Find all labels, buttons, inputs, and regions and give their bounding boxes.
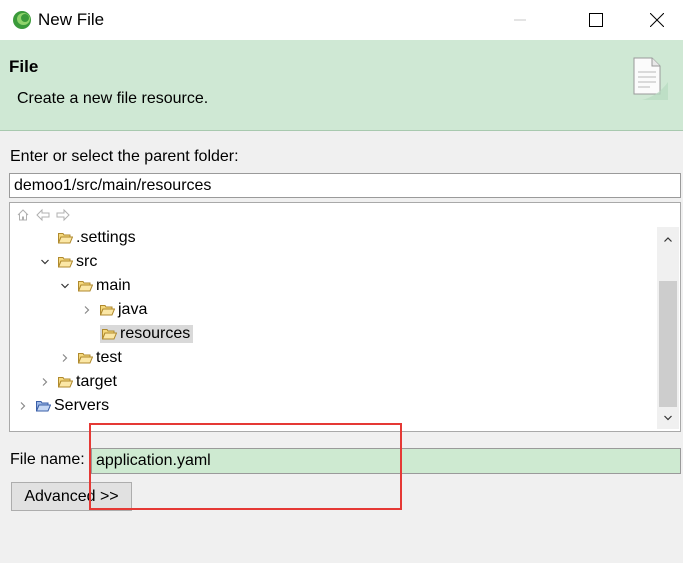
tree-item-settings[interactable]: .settings	[38, 227, 136, 249]
window-title: New File	[38, 10, 105, 29]
chevron-right-icon[interactable]	[38, 375, 52, 389]
tree-item-resources[interactable]: resources	[80, 323, 194, 345]
folder-tree[interactable]: .settings src main java resources test t…	[9, 202, 681, 432]
tree-item-label: target	[76, 373, 117, 390]
server-folder-icon	[36, 401, 51, 412]
scroll-down-button[interactable]	[657, 409, 679, 427]
folder-open-icon	[58, 233, 73, 244]
folder-open-icon	[78, 281, 93, 292]
file-name-label: File name:	[10, 451, 85, 468]
file-name-input[interactable]	[91, 448, 681, 474]
tree-item-selection: resources	[100, 325, 194, 343]
tree-item-target[interactable]: target	[38, 371, 117, 393]
folder-open-icon	[58, 377, 73, 388]
tree-item-java[interactable]: java	[80, 299, 147, 321]
close-button[interactable]	[634, 0, 680, 40]
tree-item-main[interactable]: main	[58, 275, 131, 297]
tree-item-src[interactable]: src	[38, 251, 97, 273]
tree-item-label: src	[76, 253, 98, 270]
parent-folder-input[interactable]	[9, 173, 681, 198]
chevron-right-icon[interactable]	[16, 399, 30, 413]
tree-vertical-scrollbar[interactable]	[657, 227, 679, 429]
title-bar: New File	[0, 0, 683, 40]
banner-description: Create a new file resource.	[17, 90, 209, 107]
parent-folder-label: Enter or select the parent folder:	[10, 148, 239, 165]
wizard-banner: File Create a new file resource.	[0, 40, 683, 131]
forward-arrow-icon[interactable]	[56, 208, 70, 222]
folder-open-icon	[58, 257, 73, 268]
maximize-button[interactable]	[573, 0, 619, 40]
folder-open-icon	[102, 329, 117, 340]
folder-open-icon	[100, 305, 115, 316]
home-icon[interactable]	[16, 208, 30, 222]
tree-item-label: Servers	[54, 397, 110, 414]
minimize-button[interactable]	[497, 0, 543, 40]
maximize-icon	[589, 13, 603, 27]
tree-item-label: .settings	[76, 229, 136, 246]
chevron-up-icon	[664, 237, 672, 242]
scroll-up-button[interactable]	[657, 231, 679, 249]
close-icon	[650, 13, 664, 27]
advanced-button[interactable]: Advanced >>	[11, 482, 132, 511]
chevron-down-icon[interactable]	[58, 279, 72, 293]
eclipse-app-icon	[13, 11, 31, 29]
scroll-thumb[interactable]	[659, 281, 677, 407]
chevron-down-icon[interactable]	[38, 255, 52, 269]
tree-toolbar	[16, 208, 70, 224]
back-arrow-icon[interactable]	[36, 208, 50, 222]
tree-item-label: main	[96, 277, 131, 294]
chevron-down-icon	[664, 415, 672, 421]
folder-open-icon	[78, 353, 93, 364]
tree-item-test[interactable]: test	[58, 347, 122, 369]
tree-item-label: test	[96, 349, 122, 366]
tree-item-label: java	[118, 301, 148, 318]
tree-item-label: resources	[120, 325, 191, 342]
new-file-wizard-icon	[633, 57, 668, 100]
chevron-right-icon[interactable]	[80, 303, 94, 317]
chevron-right-icon[interactable]	[58, 351, 72, 365]
minimize-icon	[514, 19, 526, 21]
banner-title: File	[9, 57, 39, 76]
tree-item-servers[interactable]: Servers	[16, 395, 109, 417]
